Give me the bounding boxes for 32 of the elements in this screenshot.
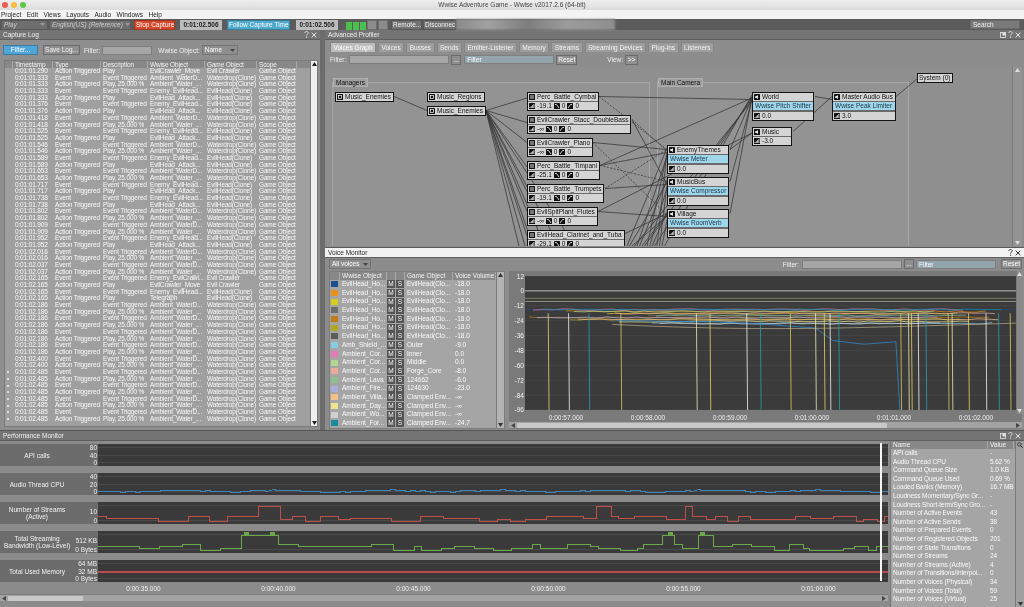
toolbar-button[interactable] bbox=[367, 19, 377, 30]
scroll-right-icon[interactable] bbox=[1016, 422, 1020, 428]
scrollbar[interactable] bbox=[509, 421, 1022, 428]
filter-field[interactable] bbox=[102, 45, 153, 55]
close-window-button[interactable] bbox=[2, 2, 8, 8]
scrollbar[interactable] bbox=[496, 272, 504, 428]
scroll-left-icon[interactable] bbox=[511, 422, 515, 428]
toolbar-button[interactable] bbox=[378, 19, 388, 30]
scroll-down-icon[interactable] bbox=[311, 421, 317, 425]
container-icon bbox=[337, 94, 343, 100]
caret-icon bbox=[229, 48, 235, 52]
window-icon[interactable] bbox=[1000, 31, 1006, 38]
help-icon[interactable] bbox=[1008, 249, 1013, 256]
caret-icon bbox=[40, 23, 45, 26]
scrollbar[interactable] bbox=[310, 61, 317, 426]
scrollbar[interactable] bbox=[1015, 441, 1024, 607]
caret-icon bbox=[124, 23, 130, 26]
scroll-up-icon[interactable] bbox=[311, 62, 317, 66]
level-meter-icon bbox=[346, 19, 366, 30]
scrollbar[interactable] bbox=[0, 594, 888, 601]
search-icon[interactable] bbox=[1017, 442, 1023, 448]
minimize-window-button[interactable] bbox=[11, 2, 17, 8]
caret-icon bbox=[363, 262, 368, 266]
close-icon[interactable] bbox=[1015, 249, 1021, 256]
scroll-right-icon[interactable] bbox=[882, 595, 886, 601]
scroll-down-icon[interactable] bbox=[498, 423, 503, 427]
zoom-window-button[interactable] bbox=[20, 2, 26, 8]
filter-field[interactable] bbox=[802, 259, 902, 269]
filter-field[interactable] bbox=[349, 55, 450, 64]
window-icon[interactable] bbox=[1000, 432, 1006, 439]
scroll-left-icon[interactable] bbox=[2, 595, 6, 601]
scroll-up-icon[interactable] bbox=[498, 273, 503, 277]
